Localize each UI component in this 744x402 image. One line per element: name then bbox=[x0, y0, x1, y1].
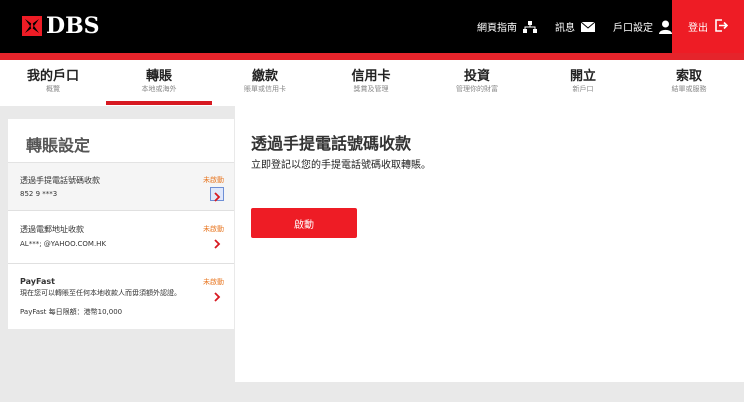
nav-title: 索取 bbox=[675, 69, 702, 84]
nav-subtitle: 新戶口 bbox=[572, 85, 594, 93]
user-icon bbox=[659, 20, 672, 34]
dbs-star-icon bbox=[22, 16, 42, 36]
account-settings-label: 戶口設定 bbox=[613, 23, 653, 34]
logo-text: DBS bbox=[46, 13, 100, 39]
chevron-right-icon[interactable] bbox=[210, 187, 224, 202]
row-title: 透過電郵地址收款 bbox=[20, 225, 84, 234]
nav-subtitle: 賬單或信用卡 bbox=[244, 85, 286, 93]
nav-title: 我的戶口 bbox=[26, 69, 79, 84]
top-links: 網頁指南 訊息 戶口設定 bbox=[459, 0, 672, 53]
top-bar: DBS 網頁指南 訊息 戶口設定 登出 bbox=[0, 0, 744, 53]
activate-button[interactable]: 啟動 bbox=[251, 208, 357, 238]
account-settings-link[interactable]: 戶口設定 bbox=[613, 19, 672, 34]
nav-subtitle: 獎賞及管理 bbox=[353, 85, 389, 93]
messages-link[interactable]: 訊息 bbox=[555, 19, 595, 34]
dbs-logo[interactable]: DBS bbox=[22, 12, 100, 40]
nav-credit-cards[interactable]: 信用卡 獎賞及管理 bbox=[318, 60, 424, 106]
nav-active-indicator bbox=[106, 101, 212, 105]
row-title: PayFast bbox=[20, 277, 55, 286]
setting-row-payfast[interactable]: PayFast 現在您可以轉賬至任何本地收款人而毋須額外認證。 PayFast … bbox=[8, 265, 234, 327]
status-badge: 未啟動 bbox=[203, 278, 224, 286]
row-detail: 852 9 ***3 bbox=[20, 190, 58, 198]
panel-title: 轉賬設定 bbox=[26, 136, 91, 155]
transfer-settings-panel: 轉賬設定 透過手提電話號碼收款 852 9 ***3 未啟動 透過電郵地址收款 … bbox=[8, 119, 234, 329]
row-detail: PayFast 每日限額：港幣10,000 bbox=[20, 308, 123, 316]
nav-invest[interactable]: 投資 管理你的財富 bbox=[424, 60, 530, 106]
logout-button[interactable]: 登出 bbox=[672, 0, 744, 53]
nav-title: 投資 bbox=[463, 69, 490, 84]
nav-subtitle: 管理你的財富 bbox=[456, 85, 498, 93]
nav-payments[interactable]: 繳款 賬單或信用卡 bbox=[212, 60, 318, 106]
setting-row-email[interactable]: 透過電郵地址收款 AL***; @YAHOO.COM.HK 未啟動 bbox=[8, 212, 234, 264]
content-panel: 透過手提電話號碼收款 立即登記以您的手提電話號碼收取轉賬。 啟動 bbox=[235, 106, 744, 382]
chevron-right-icon[interactable] bbox=[210, 236, 224, 250]
main-nav: 我的戶口 概覽 轉賬 本地或海外 繳款 賬單或信用卡 信用卡 獎賞及管理 投資 … bbox=[0, 60, 744, 106]
envelope-icon bbox=[581, 21, 595, 32]
nav-subtitle: 結單或服務 bbox=[671, 85, 707, 93]
logout-icon bbox=[715, 18, 729, 35]
sitemap-label: 網頁指南 bbox=[477, 23, 517, 34]
nav-transfer[interactable]: 轉賬 本地或海外 bbox=[106, 60, 212, 106]
setting-row-mobile[interactable]: 透過手提電話號碼收款 852 9 ***3 未啟動 bbox=[8, 163, 234, 211]
row-title: 透過手提電話號碼收款 bbox=[20, 176, 100, 185]
content-title: 透過手提電話號碼收款 bbox=[251, 134, 412, 153]
nav-subtitle: 本地或海外 bbox=[141, 85, 177, 93]
nav-title: 轉賬 bbox=[145, 69, 172, 84]
logout-label: 登出 bbox=[688, 23, 708, 34]
nav-request[interactable]: 索取 結單或服務 bbox=[636, 60, 742, 106]
sitemap-icon bbox=[523, 20, 537, 33]
nav-open-account[interactable]: 開立 新戶口 bbox=[530, 60, 636, 106]
row-detail: AL***; @YAHOO.COM.HK bbox=[20, 240, 107, 248]
status-badge: 未啟動 bbox=[203, 176, 224, 184]
nav-my-accounts[interactable]: 我的戶口 概覽 bbox=[0, 60, 106, 106]
chevron-right-icon[interactable] bbox=[210, 289, 224, 303]
status-badge: 未啟動 bbox=[203, 225, 224, 233]
content-description: 立即登記以您的手提電話號碼收取轉賬。 bbox=[251, 160, 431, 171]
nav-title: 繳款 bbox=[251, 69, 278, 84]
nav-title: 開立 bbox=[569, 69, 596, 84]
sitemap-link[interactable]: 網頁指南 bbox=[477, 19, 537, 34]
header-accent-line bbox=[0, 53, 744, 60]
messages-label: 訊息 bbox=[555, 23, 575, 34]
nav-title: 信用卡 bbox=[351, 69, 391, 84]
row-description: 現在您可以轉賬至任何本地收款人而毋須額外認證。 bbox=[20, 289, 181, 297]
nav-subtitle: 概覽 bbox=[46, 85, 60, 93]
